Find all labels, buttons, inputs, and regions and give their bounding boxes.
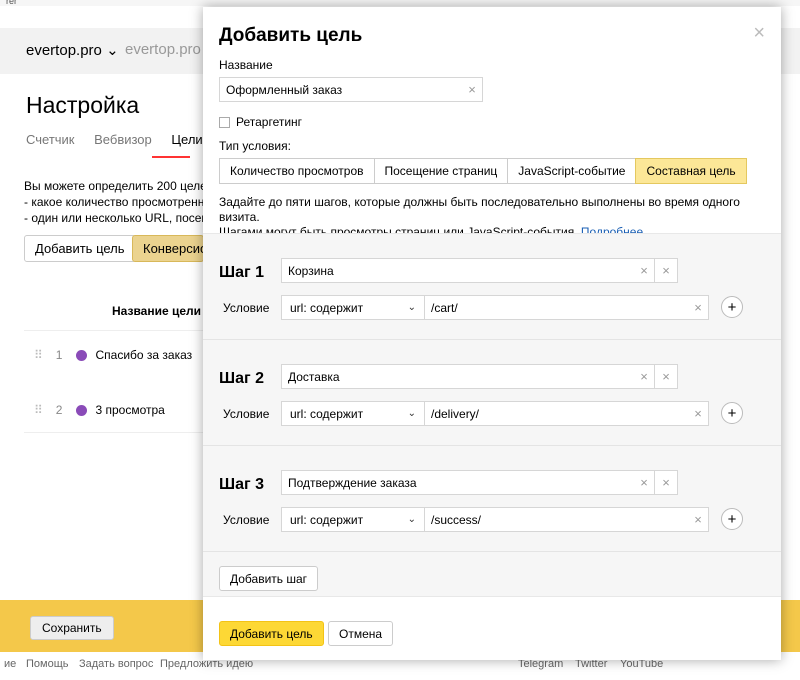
retargeting-label: Ретаргетинг <box>236 115 303 129</box>
step-block: Шаг 2 Доставка × × Условие url: содержит… <box>203 340 781 446</box>
site-selector[interactable]: evertop.pro ⌄ <box>26 41 119 59</box>
views-eye-icon <box>76 404 88 416</box>
clear-icon[interactable]: × <box>634 475 654 490</box>
clear-icon[interactable]: × <box>688 300 708 315</box>
add-goal-modal: Добавить цель × Название Оформленный зак… <box>203 7 781 660</box>
chevron-down-icon: ⌄ <box>106 42 119 59</box>
site-secondary[interactable]: evertop.pro <box>125 41 201 58</box>
cancel-button[interactable]: Отмена <box>328 621 394 646</box>
settings-tabs: Счетчик Вебвизор Цели 2 <box>26 132 230 147</box>
page-title: Настройка <box>26 92 140 118</box>
remove-step-icon[interactable]: × <box>654 470 678 495</box>
step-title: Шаг 1 <box>219 264 264 281</box>
tab-views-count[interactable]: Количество просмотров <box>219 158 375 184</box>
goal-name-field[interactable]: Оформленный заказ × <box>219 77 483 102</box>
goal-row[interactable]: ⠿ 1 Спасибо за заказ <box>34 348 192 362</box>
goal-row[interactable]: ⠿ 2 3 просмотра <box>34 403 165 417</box>
tab-js-event[interactable]: JavaScript-событие <box>507 158 637 184</box>
add-condition-icon[interactable]: + <box>721 296 743 318</box>
step-name-field[interactable]: Корзина × <box>281 258 655 283</box>
submit-add-goal-button[interactable]: Добавить цель <box>219 621 324 646</box>
bg-add-goal-button[interactable]: Добавить цель <box>24 235 136 262</box>
step-title: Шаг 2 <box>219 370 264 387</box>
tab-counter[interactable]: Счетчик <box>26 132 75 147</box>
top-fragment: rer <box>6 0 17 6</box>
checkbox-box[interactable] <box>219 116 230 128</box>
divider <box>24 330 204 331</box>
footer-link-ask[interactable]: Задать вопрос <box>79 658 153 670</box>
steps-area: Шаг 1 Корзина × × Условие url: содержит … <box>203 233 781 597</box>
goal-name: 3 просмотра <box>95 403 165 417</box>
condition-select[interactable]: url: содержит ⌄ <box>281 507 425 532</box>
remove-step-icon[interactable]: × <box>654 258 678 283</box>
footer-link[interactable]: ие <box>4 658 16 670</box>
condition-value-field[interactable]: /delivery/ × <box>424 401 709 426</box>
clear-icon[interactable]: × <box>688 406 708 421</box>
remove-step-icon[interactable]: × <box>654 364 678 389</box>
column-goal-name: Название цели <box>112 304 202 318</box>
chevron-down-icon: ⌄ <box>407 408 416 419</box>
goal-type-icon <box>76 349 88 361</box>
condition-type-switch: Количество просмотров Посещение страниц … <box>219 158 747 184</box>
tab-composite-goal[interactable]: Составная цель <box>635 158 747 184</box>
drag-handle-icon[interactable]: ⠿ <box>34 403 43 417</box>
modal-title: Добавить цель <box>219 25 363 46</box>
condition-label: Условие <box>223 301 270 315</box>
condition-label: Условие <box>223 407 270 421</box>
clear-icon[interactable]: × <box>688 512 708 527</box>
retargeting-checkbox[interactable]: Ретаргетинг <box>219 115 302 129</box>
goal-number: 1 <box>55 348 63 362</box>
condition-value-field[interactable]: /success/ × <box>424 507 709 532</box>
condition-type-label: Тип условия: <box>219 139 291 153</box>
goal-name: Спасибо за заказ <box>95 348 193 362</box>
top-strip: rer <box>0 0 800 6</box>
condition-value-field[interactable]: /cart/ × <box>424 295 709 320</box>
add-condition-icon[interactable]: + <box>721 508 743 530</box>
condition-select[interactable]: url: содержит ⌄ <box>281 295 425 320</box>
name-label: Название <box>219 58 273 72</box>
step-name-field[interactable]: Подтверждение заказа × <box>281 470 655 495</box>
condition-select[interactable]: url: содержит ⌄ <box>281 401 425 426</box>
divider <box>24 432 204 433</box>
save-button[interactable]: Сохранить <box>30 616 114 640</box>
goals-description: Вы можете определить 200 целей д - какое… <box>24 179 204 225</box>
chevron-down-icon: ⌄ <box>407 302 416 313</box>
close-icon[interactable]: × <box>753 22 765 45</box>
step-block: Шаг 1 Корзина × × Условие url: содержит … <box>203 234 781 340</box>
goal-number: 2 <box>55 403 63 417</box>
clear-icon[interactable]: × <box>462 82 482 97</box>
condition-label: Условие <box>223 513 270 527</box>
active-tab-underline <box>152 156 190 158</box>
clear-icon[interactable]: × <box>634 263 654 278</box>
tab-page-visit[interactable]: Посещение страниц <box>373 158 509 184</box>
chevron-down-icon: ⌄ <box>407 514 416 525</box>
conversions-button[interactable]: Конверсион <box>132 235 204 262</box>
footer-link-help[interactable]: Помощь <box>26 658 69 670</box>
add-condition-icon[interactable]: + <box>721 402 743 424</box>
drag-handle-icon[interactable]: ⠿ <box>34 348 43 362</box>
step-block: Шаг 3 Подтверждение заказа × × Условие u… <box>203 446 781 552</box>
step-title: Шаг 3 <box>219 476 264 493</box>
add-step-button[interactable]: Добавить шаг <box>219 566 319 591</box>
tab-webvisor[interactable]: Вебвизор <box>94 132 152 147</box>
step-name-field[interactable]: Доставка × <box>281 364 655 389</box>
clear-icon[interactable]: × <box>634 369 654 384</box>
